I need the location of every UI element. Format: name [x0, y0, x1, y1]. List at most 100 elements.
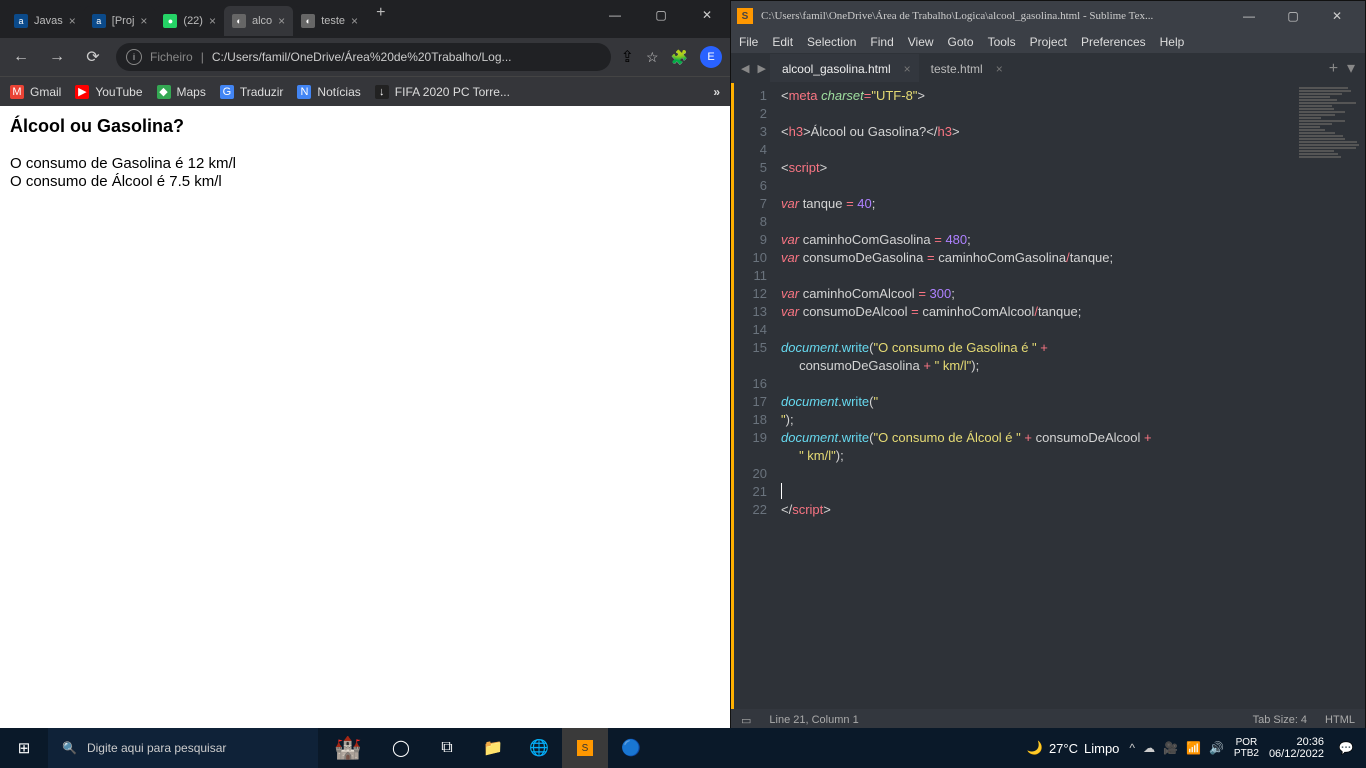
tab-close-icon[interactable]: × [278, 14, 285, 28]
menu-preferences[interactable]: Preferences [1081, 35, 1146, 49]
menu-edit[interactable]: Edit [772, 35, 793, 49]
volume-icon[interactable]: 🔊 [1209, 741, 1224, 755]
onedrive-icon[interactable]: ☁ [1143, 741, 1155, 755]
status-panels-icon[interactable]: ▭ [741, 714, 751, 727]
line-number: 16 [738, 375, 767, 393]
notifications-icon[interactable]: 💬 [1334, 736, 1358, 760]
bookmark-label: YouTube [95, 85, 142, 99]
site-info-icon[interactable]: i [126, 49, 142, 65]
extensions-icon[interactable]: 🧩 [671, 49, 688, 66]
weather-widget[interactable]: 🌙 27°C Limpo [1027, 740, 1120, 756]
menu-selection[interactable]: Selection [807, 35, 856, 49]
meet-now-icon[interactable]: 🎥 [1163, 741, 1178, 755]
windows-taskbar: ⊞ 🔍 Digite aqui para pesquisar 🏰 ◯ ⧉ 📁 🌐… [0, 728, 1366, 768]
code-line [781, 465, 1289, 483]
tab-nav-fwd[interactable]: ▶ [753, 62, 769, 75]
tab-controls[interactable]: + ▾ [1319, 58, 1365, 78]
bookmark-item[interactable]: ↓FIFA 2020 PC Torre... [375, 85, 510, 99]
bookmark-item[interactable]: GTraduzir [220, 85, 284, 99]
line-number: 8 [738, 213, 767, 231]
bookmark-item[interactable]: MGmail [10, 85, 61, 99]
code-line: <script> [781, 159, 1289, 177]
bookmark-icon: ↓ [375, 85, 389, 99]
url-scheme: Ficheiro [150, 50, 193, 64]
menu-goto[interactable]: Goto [948, 35, 974, 49]
tab-nav-back[interactable]: ◀ [737, 62, 753, 75]
minimize-button[interactable]: — [592, 0, 638, 30]
tab-label: teste [321, 15, 345, 27]
code-line: var consumoDeGasolina = caminhoComGasoli… [781, 249, 1289, 267]
browser-tab[interactable]: a[Proj× [84, 6, 156, 36]
editor-tab[interactable]: teste.html × [919, 54, 1011, 82]
minimap[interactable] [1295, 83, 1365, 709]
sublime-taskbar-icon[interactable]: S [562, 728, 608, 768]
edge-icon[interactable]: 🌐 [516, 728, 562, 768]
close-button[interactable]: ✕ [1315, 2, 1359, 30]
tab-close-icon[interactable]: × [209, 14, 216, 28]
tab-close-icon[interactable]: × [904, 62, 911, 76]
maximize-button[interactable]: ▢ [638, 0, 684, 30]
address-bar[interactable]: i Ficheiro | C:/Users/famil/OneDrive/Áre… [116, 43, 611, 71]
back-button[interactable]: ← [8, 48, 34, 66]
chrome-titlebar: aJavas×a[Proj×●(22)×◐alco×◐teste× + — ▢ … [0, 0, 730, 38]
code-line [781, 267, 1289, 285]
taskbar-search[interactable]: 🔍 Digite aqui para pesquisar [48, 728, 318, 768]
language-indicator[interactable]: POR PTB2 [1234, 737, 1259, 759]
menu-view[interactable]: View [908, 35, 934, 49]
profile-avatar[interactable]: E [700, 46, 722, 68]
bookmark-item[interactable]: ▶YouTube [75, 85, 142, 99]
line-number: 5 [738, 159, 767, 177]
line-number: 22 [738, 501, 767, 519]
line-number: 15 [738, 339, 767, 357]
minimize-button[interactable]: — [1227, 2, 1271, 30]
taskbar-clock[interactable]: 20:36 06/12/2022 [1269, 736, 1324, 760]
page-line-1: O consumo de Gasolina é 12 km/l [10, 155, 720, 173]
forward-button[interactable]: → [44, 48, 70, 66]
editor-tab[interactable]: alcool_gasolina.html× [770, 54, 919, 82]
menu-find[interactable]: Find [870, 35, 893, 49]
start-button[interactable]: ⊞ [0, 728, 48, 768]
search-highlight-icon[interactable]: 🏰 [318, 728, 378, 768]
menu-file[interactable]: File [739, 35, 758, 49]
sublime-title-text: C:\Users\famil\OneDrive\Área de Trabalho… [761, 10, 1227, 22]
bookmarks-overflow[interactable]: » [713, 85, 720, 99]
bookmarks-bar: MGmail ▶YouTube ◆Maps GTraduzir NNotícias ↓FI… [0, 76, 730, 106]
browser-tab[interactable]: ◐ teste × [293, 6, 366, 36]
status-syntax[interactable]: HTML [1325, 714, 1355, 726]
browser-tab[interactable]: ●(22)× [155, 6, 224, 36]
reload-button[interactable]: ⟳ [80, 47, 106, 67]
browser-tab[interactable]: ◐alco× [224, 6, 293, 36]
explorer-icon[interactable]: 📁 [470, 728, 516, 768]
menu-project[interactable]: Project [1030, 35, 1067, 49]
line-number: 1 [738, 87, 767, 105]
code-line: </script> [781, 501, 1289, 519]
chrome-taskbar-icon[interactable]: 🔵 [608, 728, 654, 768]
tab-label: teste.html [931, 62, 983, 76]
tab-close-icon[interactable]: × [140, 14, 147, 28]
tab-close-icon[interactable]: × [351, 14, 358, 28]
close-button[interactable]: ✕ [684, 0, 730, 30]
tab-close-icon[interactable]: × [69, 14, 76, 28]
bookmark-icon: M [10, 85, 24, 99]
task-view-button[interactable]: ◯ [378, 728, 424, 768]
tab-close-icon[interactable]: × [996, 62, 1003, 76]
code-line [781, 141, 1289, 159]
bookmark-item[interactable]: ◆Maps [157, 85, 206, 99]
maximize-button[interactable]: ▢ [1271, 2, 1315, 30]
tray-chevron-icon[interactable]: ^ [1129, 741, 1135, 755]
code-area[interactable]: <meta charset="UTF-8"><h3>Álcool ou Gaso… [775, 83, 1295, 709]
line-number: 2 [738, 105, 767, 123]
wifi-icon[interactable]: 📶 [1186, 741, 1201, 755]
favicon: ◐ [301, 14, 315, 28]
bookmark-star-icon[interactable]: ☆ [646, 49, 659, 66]
new-tab-button[interactable]: + [366, 0, 395, 26]
weather-text: Limpo [1084, 741, 1119, 756]
browser-tab[interactable]: aJavas× [6, 6, 84, 36]
menu-tools[interactable]: Tools [988, 35, 1016, 49]
share-icon[interactable]: ⇪ [621, 47, 634, 67]
status-tab-size[interactable]: Tab Size: 4 [1253, 714, 1307, 726]
line-number: 19 [738, 429, 767, 447]
bookmark-item[interactable]: NNotícias [297, 85, 360, 99]
task-view-icon[interactable]: ⧉ [424, 728, 470, 768]
menu-help[interactable]: Help [1160, 35, 1185, 49]
